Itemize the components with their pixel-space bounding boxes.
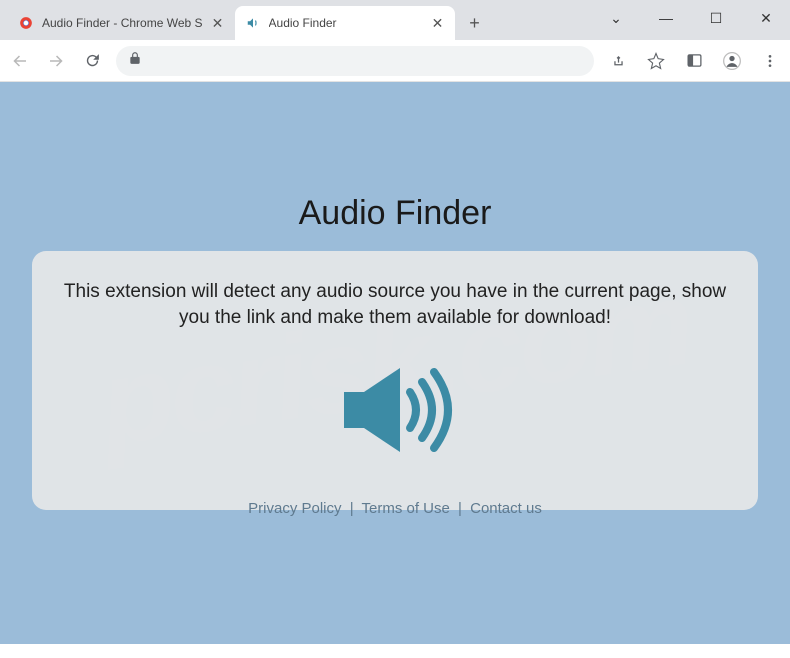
window-controls: ⌄ — ☐ ✕ — [606, 10, 776, 27]
tab-search-chevron-icon[interactable]: ⌄ — [606, 10, 626, 27]
address-bar[interactable] — [116, 46, 594, 76]
bookmark-star-button[interactable] — [644, 49, 668, 73]
info-panel: This extension will detect any audio sou… — [32, 251, 758, 510]
forward-button[interactable] — [44, 49, 68, 73]
speaker-icon — [62, 350, 728, 470]
close-window-button[interactable]: ✕ — [756, 10, 776, 27]
toolbar — [0, 40, 790, 82]
terms-link[interactable]: Terms of Use — [362, 500, 450, 517]
tab-audio-finder[interactable]: Audio Finder ✕ — [235, 6, 455, 40]
speaker-favicon-icon — [245, 15, 261, 31]
contact-link[interactable]: Contact us — [470, 500, 542, 517]
separator: | — [350, 500, 354, 517]
chrome-favicon-icon — [18, 15, 34, 31]
toolbar-right-icons — [606, 49, 782, 73]
page-title: Audio Finder — [0, 82, 790, 251]
close-tab-icon[interactable]: ✕ — [211, 15, 225, 32]
tab-label: Audio Finder — [269, 16, 423, 30]
share-button[interactable] — [606, 49, 630, 73]
separator: | — [458, 500, 462, 517]
privacy-link[interactable]: Privacy Policy — [248, 500, 341, 517]
footer-links: Privacy Policy | Terms of Use | Contact … — [0, 500, 790, 517]
lock-icon — [128, 51, 142, 70]
tab-chrome-web-store[interactable]: Audio Finder - Chrome Web S ✕ — [8, 6, 235, 40]
close-tab-icon[interactable]: ✕ — [431, 15, 445, 32]
menu-button[interactable] — [758, 49, 782, 73]
maximize-button[interactable]: ☐ — [706, 10, 726, 27]
page-content: pcrisk.com Audio Finder This extension w… — [0, 82, 790, 644]
new-tab-button[interactable]: + — [461, 9, 489, 37]
back-button[interactable] — [8, 49, 32, 73]
reload-button[interactable] — [80, 49, 104, 73]
description-text: This extension will detect any audio sou… — [62, 279, 728, 330]
profile-button[interactable] — [720, 49, 744, 73]
minimize-button[interactable]: — — [656, 10, 676, 27]
tab-label: Audio Finder - Chrome Web S — [42, 16, 203, 30]
side-panel-button[interactable] — [682, 49, 706, 73]
